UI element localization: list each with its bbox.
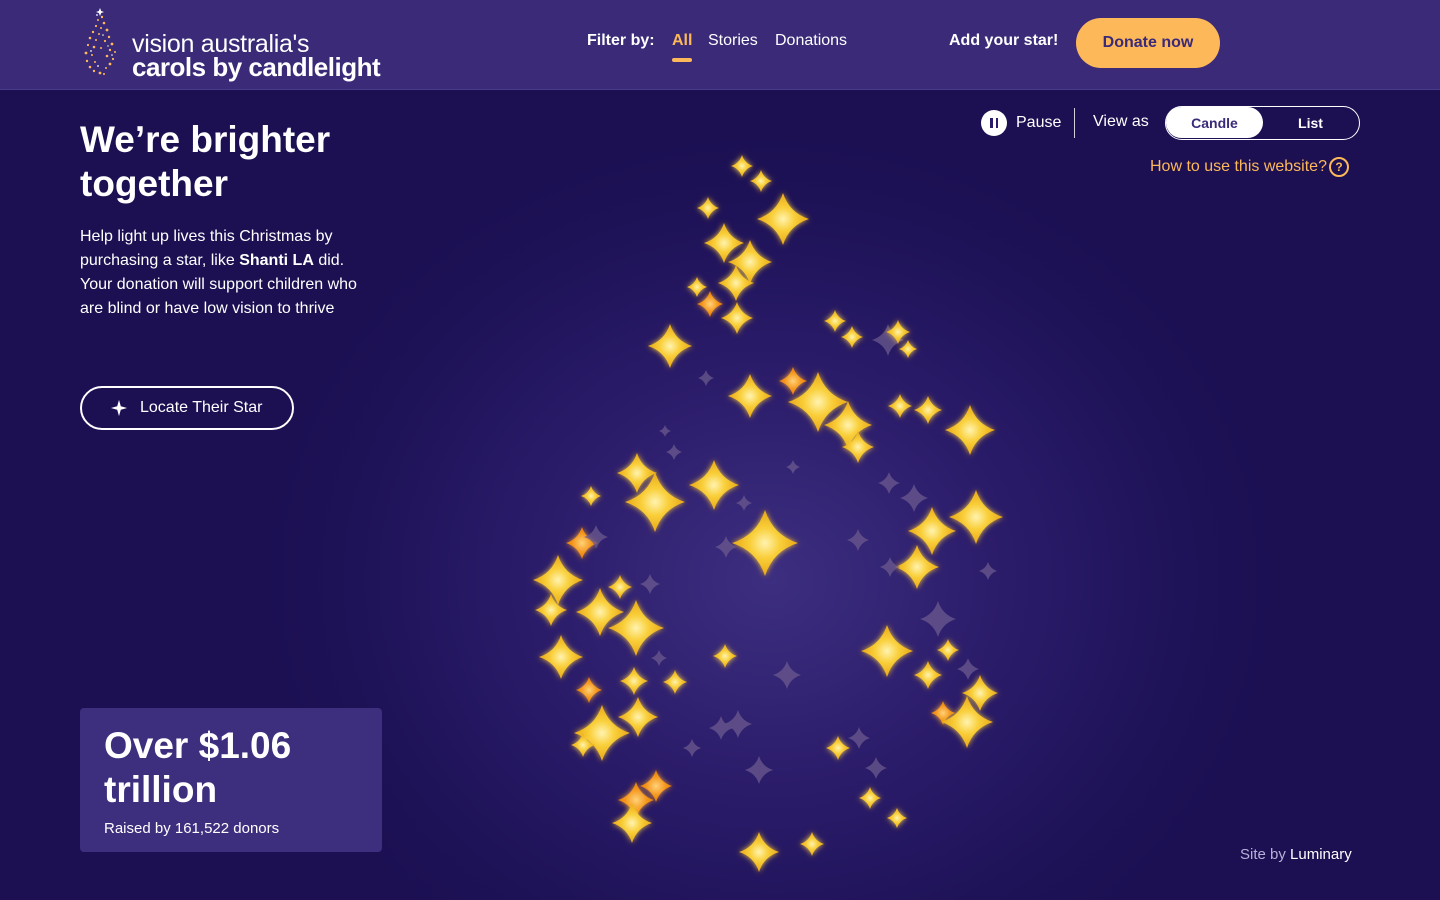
donor-star-4[interactable] [697,197,719,219]
donor-star-8[interactable] [687,277,707,297]
view-list-option[interactable]: List [1263,107,1358,138]
donor-star-40[interactable] [847,529,869,551]
donor-count: Raised by 161,522 donors [104,820,280,837]
donor-star-18[interactable] [728,374,772,418]
donor-star-26[interactable] [659,425,671,437]
donate-now-button[interactable]: Donate now [1076,18,1220,68]
donor-star-81[interactable] [887,808,907,828]
donor-star-54[interactable] [937,639,959,661]
donor-star-59[interactable] [663,670,687,694]
donor-star-79[interactable] [612,803,652,843]
donation-stats-card: Over $1.06 trillion Raised by 161,522 do… [80,708,382,852]
donor-star-58[interactable] [773,661,801,689]
add-your-star-link[interactable]: Add your star! [949,32,1058,50]
donor-star-37[interactable] [908,507,956,555]
view-candle-option[interactable]: Candle [1166,107,1263,138]
page-title: We’re brighter together [80,119,331,204]
donor-star-56[interactable] [651,650,667,666]
how-to-use-label: How to use this website? [1150,158,1327,175]
question-circle-icon: ? [1328,157,1349,177]
pause-control[interactable]: Pause [981,110,1061,136]
donor-star-44[interactable] [535,594,567,626]
view-as-label: View as [1093,113,1149,130]
controls-divider [1074,108,1075,138]
donor-star-52[interactable] [920,601,956,637]
credit-prefix: Site by [1240,846,1286,863]
donor-star-45[interactable] [608,575,632,599]
donor-star-9[interactable] [697,291,723,317]
donor-star-80[interactable] [859,787,881,809]
donor-star-76[interactable] [745,756,773,784]
donor-star-32[interactable] [581,486,601,506]
filter-label: Filter by: [587,32,655,49]
credit-name: Luminary [1290,846,1352,863]
donor-star-69[interactable] [709,716,733,740]
locate-their-star-button[interactable]: Locate Their Star [80,386,294,430]
donor-star-17[interactable] [698,370,714,386]
filter-all[interactable]: All [672,32,692,50]
donor-star-53[interactable] [861,625,913,677]
active-filter-indicator [672,58,692,62]
donor-star-66[interactable] [941,696,993,748]
donor-star-83[interactable] [739,832,779,872]
donor-star-33[interactable] [736,495,752,511]
locate-label: Locate Their Star [140,399,263,416]
donor-star-2[interactable] [750,170,772,192]
donor-star-72[interactable] [683,739,701,757]
donor-star-34[interactable] [878,472,900,494]
donor-star-55[interactable] [539,635,583,679]
site-logo[interactable]: vision australia's carols by candlelight [80,8,390,82]
donor-star-46[interactable] [640,574,660,594]
filter-stories[interactable]: Stories [708,32,758,50]
total-raised: Over $1.06 trillion [104,725,292,810]
donor-star-39[interactable] [715,536,737,558]
donor-star-57[interactable] [713,644,737,668]
site-credit[interactable]: Site by Luminary [1240,846,1352,863]
donor-star-48[interactable] [608,600,664,656]
donor-star-51[interactable] [880,557,900,577]
donor-star-82[interactable] [800,832,824,856]
donor-star-35[interactable] [900,484,928,512]
donor-star-70[interactable] [724,710,752,738]
donor-star-11[interactable] [648,324,692,368]
donor-star-60[interactable] [620,667,648,695]
logo-text-line2: carols by candlelight [132,52,381,82]
donor-star-19[interactable] [779,367,807,395]
pause-icon[interactable] [981,110,1007,136]
donor-star-38[interactable] [732,510,798,576]
donor-star-23[interactable] [888,394,912,418]
hero-description: Help light up lives this Christmas by pu… [80,225,370,321]
donor-star-28[interactable] [786,460,800,474]
donor-star-10[interactable] [721,302,753,334]
how-to-use-link[interactable]: How to use this website? ? [1150,157,1349,177]
donor-star-36[interactable] [949,490,1003,544]
donor-star-63[interactable] [957,658,979,680]
donor-star-12[interactable] [824,310,846,332]
donor-star-61[interactable] [576,677,602,703]
view-toggle[interactable]: Candle List [1165,106,1360,140]
donor-star-25[interactable] [945,405,995,455]
donor-star-73[interactable] [848,727,870,749]
sparkle-flame-icon [84,8,116,75]
donor-star-27[interactable] [666,444,682,460]
donor-star-50[interactable] [979,562,997,580]
donor-star-13[interactable] [841,326,863,348]
sparkle-icon [110,399,128,417]
filter-donations[interactable]: Donations [775,32,847,50]
donor-name: Shanti LA [239,252,314,269]
pause-label: Pause [1016,114,1062,131]
donor-star-24[interactable] [914,396,942,424]
site-header: vision australia's carols by candlelight… [0,0,1440,90]
donor-star-74[interactable] [826,736,850,760]
donor-star-5[interactable] [704,223,744,263]
donor-star-1[interactable] [731,155,753,177]
donor-star-31[interactable] [689,460,739,510]
donor-star-75[interactable] [865,757,887,779]
donor-star-43[interactable] [533,555,583,605]
donor-star-3[interactable] [757,193,809,245]
donor-star-16[interactable] [899,340,917,358]
donor-star-62[interactable] [914,661,942,689]
